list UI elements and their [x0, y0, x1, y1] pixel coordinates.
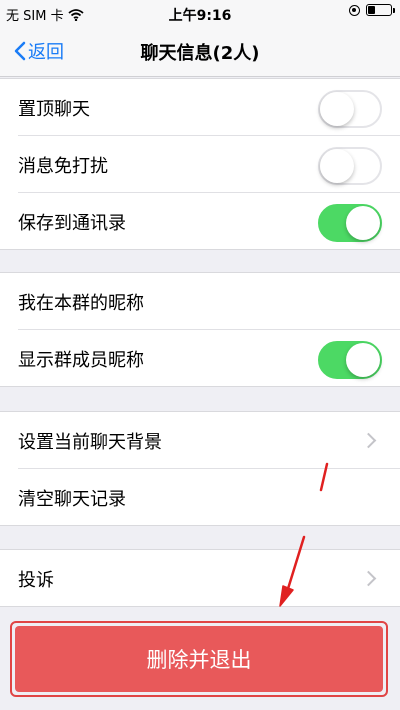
- status-bar: 无 SIM 卡 上午9:16: [0, 0, 400, 26]
- row-mute: 消息免打扰: [18, 136, 400, 193]
- report-label: 投诉: [18, 570, 54, 591]
- row-chat-background[interactable]: 设置当前聊天背景: [18, 412, 400, 469]
- save-contacts-label: 保存到通讯录: [18, 213, 126, 234]
- toggle-knob: [346, 343, 380, 377]
- page-title: 聊天信息(2人): [140, 43, 260, 64]
- row-save-contacts: 保存到通讯录: [18, 193, 400, 249]
- mute-label: 消息免打扰: [18, 156, 108, 177]
- toggle-knob: [320, 149, 354, 183]
- save-contacts-toggle[interactable]: [318, 204, 382, 242]
- settings-group-nickname: 我在本群的昵称 显示群成员昵称: [0, 272, 400, 387]
- clear-history-label: 清空聊天记录: [18, 489, 126, 510]
- row-clear-history[interactable]: 清空聊天记录: [18, 469, 400, 525]
- delete-button-highlight: 删除并退出: [10, 621, 388, 697]
- rotation-lock-icon: [349, 4, 360, 16]
- chat-background-label: 设置当前聊天背景: [18, 432, 162, 453]
- clock: 上午9:16: [168, 8, 232, 24]
- delete-and-exit-button[interactable]: 删除并退出: [15, 626, 383, 692]
- row-pin-chat: 置顶聊天: [18, 79, 400, 136]
- toggle-knob: [346, 206, 380, 240]
- show-nicknames-label: 显示群成员昵称: [18, 350, 144, 371]
- pin-chat-toggle[interactable]: [318, 90, 382, 128]
- my-nickname-label: 我在本群的昵称: [18, 293, 144, 314]
- row-report[interactable]: 投诉: [18, 550, 400, 606]
- show-nicknames-toggle[interactable]: [318, 341, 382, 379]
- navigation-bar: 返回 聊天信息(2人): [0, 26, 400, 77]
- mute-toggle[interactable]: [318, 147, 382, 185]
- battery-level: [368, 6, 376, 14]
- settings-group-history: 设置当前聊天背景 清空聊天记录: [0, 411, 400, 526]
- chevron-right-icon: [360, 570, 377, 587]
- status-right: [349, 4, 395, 16]
- battery-icon: [366, 4, 395, 16]
- row-my-nickname[interactable]: 我在本群的昵称: [18, 273, 400, 330]
- settings-group-report: 投诉: [0, 549, 400, 607]
- chevron-right-icon: [360, 432, 377, 449]
- row-show-nicknames: 显示群成员昵称: [18, 330, 400, 386]
- settings-group-chat: 置顶聊天 消息免打扰 保存到通讯录: [0, 78, 400, 250]
- pin-chat-label: 置顶聊天: [18, 99, 90, 120]
- toggle-knob: [320, 92, 354, 126]
